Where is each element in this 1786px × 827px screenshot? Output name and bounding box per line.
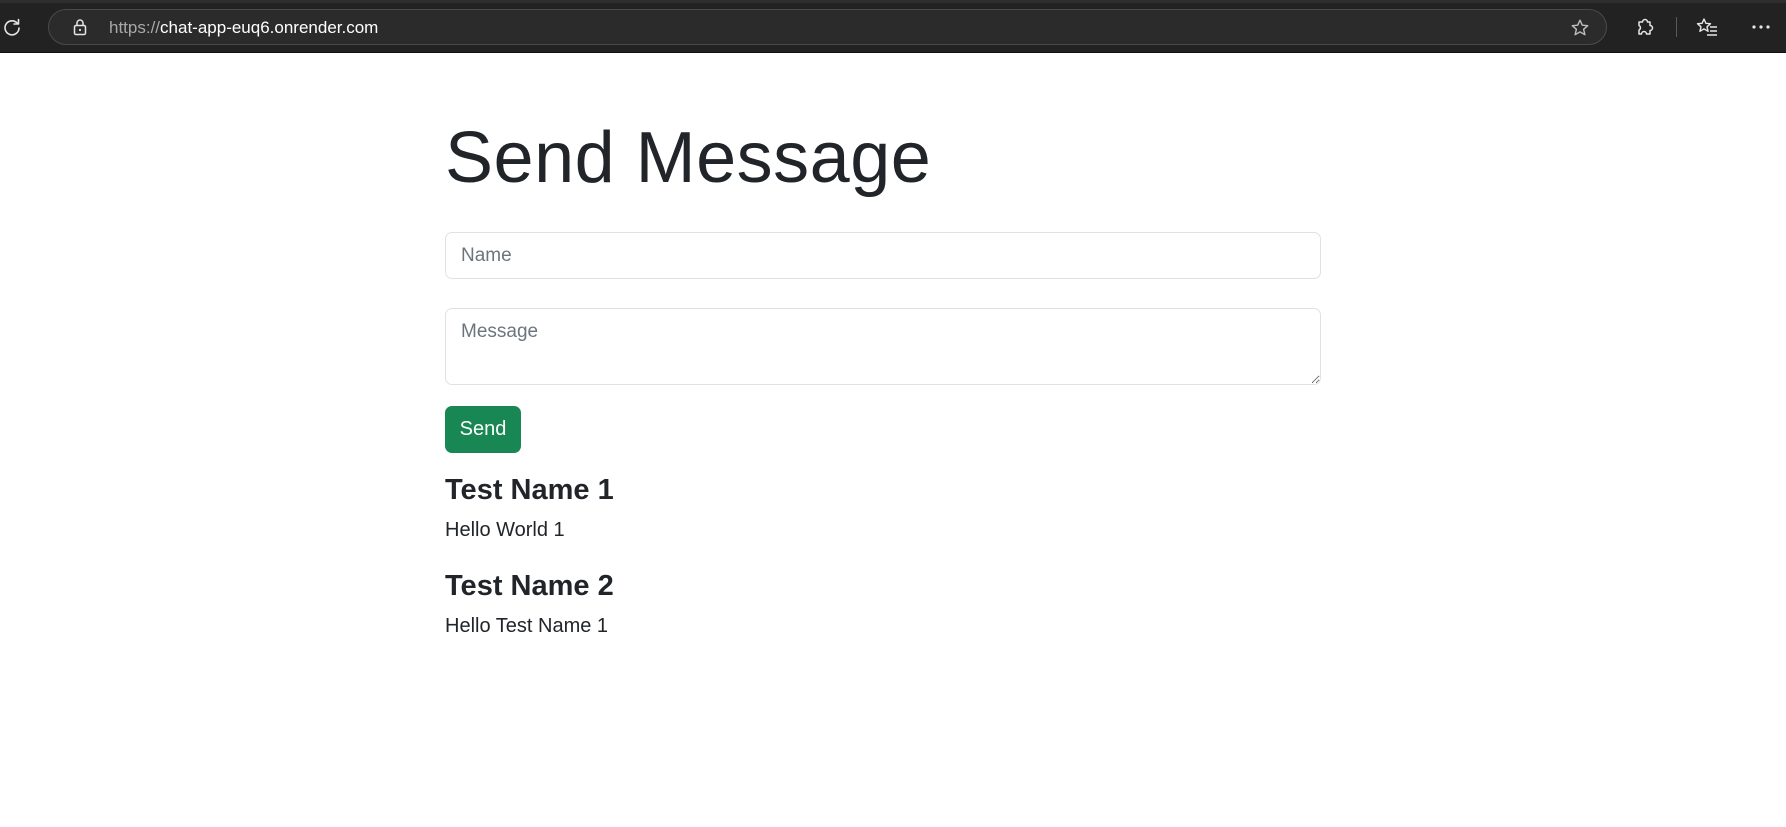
message-author: Test Name 1: [445, 474, 614, 506]
message-item: Test Name 2 Hello Test Name 1: [445, 566, 1321, 662]
page-title: Send Message: [445, 118, 932, 198]
reload-icon[interactable]: [2, 17, 22, 37]
message-item: Test Name 1 Hello World 1: [445, 470, 1321, 566]
address-bar[interactable]: https://chat-app-euq6.onrender.com: [48, 9, 1607, 45]
message-field[interactable]: [445, 308, 1321, 385]
url-scheme: https://: [109, 18, 161, 37]
star-icon[interactable]: [1570, 18, 1590, 38]
send-button[interactable]: Send: [445, 406, 521, 453]
name-field[interactable]: [445, 232, 1321, 279]
favorites-list-icon[interactable]: [1696, 16, 1718, 38]
puzzle-icon[interactable]: [1634, 16, 1656, 38]
tab-strip-edge: [0, 0, 1786, 3]
lock-icon[interactable]: [71, 18, 89, 36]
url-host: chat-app-euq6.onrender.com: [160, 18, 379, 37]
more-menu-icon[interactable]: [1750, 16, 1772, 38]
message-text: Hello World 1: [445, 519, 565, 541]
message-author: Test Name 2: [445, 570, 614, 602]
message-list: Test Name 1 Hello World 1 Test Name 2 He…: [445, 470, 1321, 662]
message-text: Hello Test Name 1: [445, 615, 609, 637]
url-text[interactable]: https://chat-app-euq6.onrender.com: [109, 18, 378, 38]
browser-toolbar: https://chat-app-euq6.onrender.com: [0, 0, 1786, 53]
toolbar-divider: [1676, 17, 1677, 37]
